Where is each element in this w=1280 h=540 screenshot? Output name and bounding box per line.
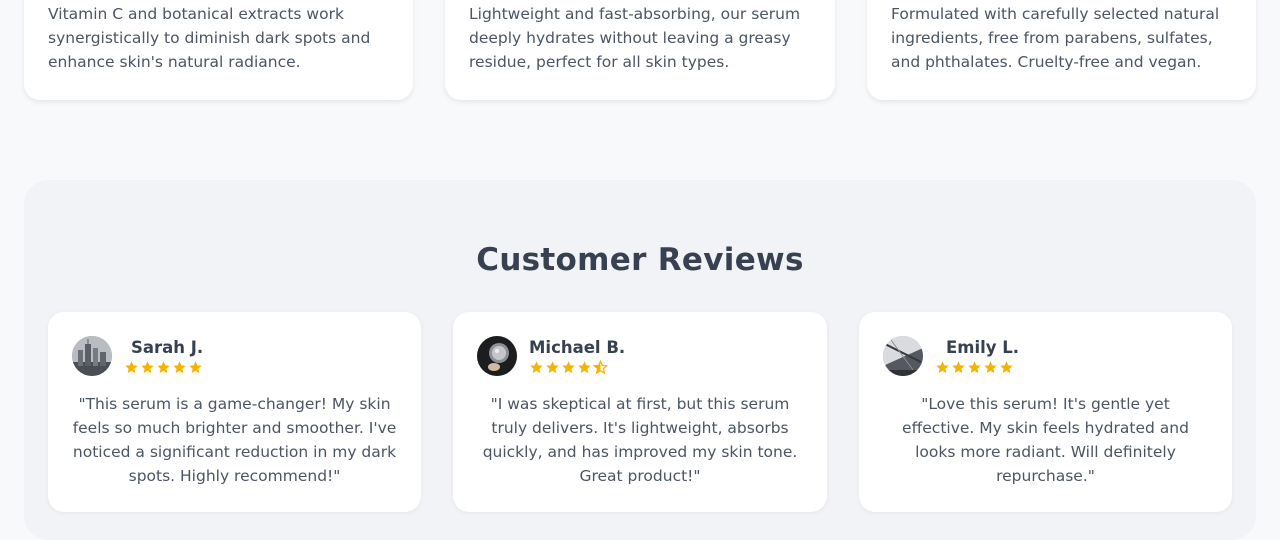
star-rating — [935, 360, 1014, 376]
star-icon — [952, 361, 965, 374]
star-icon — [562, 361, 575, 374]
star-icon — [530, 361, 543, 374]
feature-description: Lightweight and fast-absorbing, our seru… — [469, 5, 801, 71]
star-icon — [189, 361, 202, 374]
reviewer-name: Sarah J. — [131, 338, 204, 357]
review-text: "I was skeptical at first, but this seru… — [482, 395, 798, 485]
star-icon — [141, 361, 154, 374]
section-title: Customer Reviews — [476, 242, 804, 278]
review-card: Sarah J. "This serum is a game-changer! … — [48, 312, 421, 512]
star-icon — [546, 361, 559, 374]
review-card: Michael B. "I was skeptical at first, bu… — [453, 312, 827, 512]
avatar — [477, 336, 517, 376]
feature-description: Formulated with carefully selected natur… — [891, 5, 1220, 71]
avatar — [72, 336, 112, 376]
features-section: Vitamin C and botanical extracts work sy… — [0, 0, 1280, 100]
review-text: "Love this serum! It's gentle yet effect… — [902, 395, 1189, 485]
review-card: Emily L. "Love this serum! It's gentle y… — [859, 312, 1232, 512]
star-icon — [968, 361, 981, 374]
star-rating — [124, 360, 203, 376]
avatar — [883, 336, 923, 376]
star-icon — [1000, 361, 1013, 374]
review-text: "This serum is a game-changer! My skin f… — [72, 395, 397, 485]
star-rating — [529, 360, 608, 376]
half-star-icon — [593, 360, 608, 375]
feature-card-natural: Formulated with carefully selected natur… — [867, 0, 1256, 100]
feature-description: Vitamin C and botanical extracts work sy… — [48, 5, 371, 71]
customer-reviews-section: Customer Reviews Sarah J. "This serum is… — [24, 180, 1256, 540]
feature-card-hydration: Lightweight and fast-absorbing, our seru… — [445, 0, 835, 100]
reviewer-name: Michael B. — [529, 338, 626, 357]
star-icon — [125, 361, 138, 374]
star-icon — [936, 361, 949, 374]
star-icon — [984, 361, 997, 374]
star-icon — [173, 361, 186, 374]
reviewer-name: Emily L. — [946, 338, 1020, 357]
star-icon — [157, 361, 170, 374]
star-icon — [578, 361, 591, 374]
feature-card-brightening: Vitamin C and botanical extracts work sy… — [24, 0, 413, 100]
